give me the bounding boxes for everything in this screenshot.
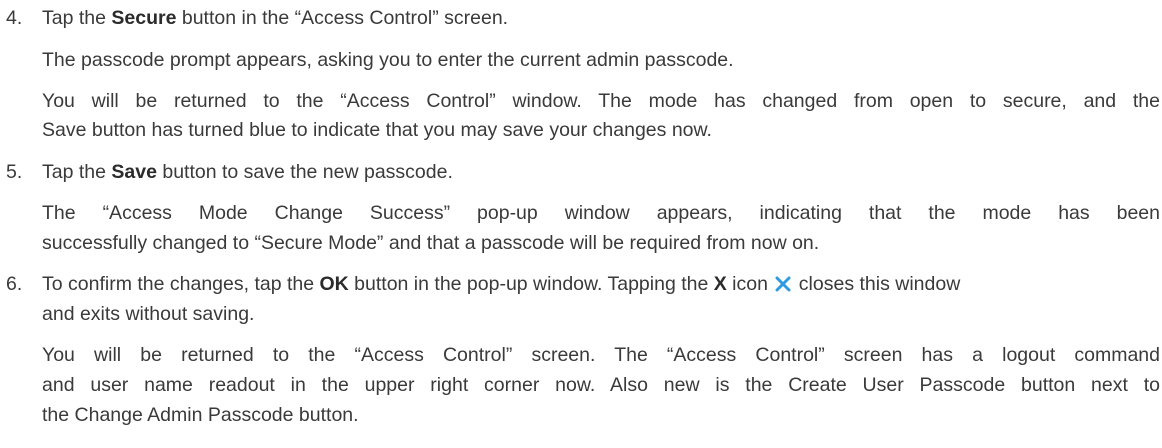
step-instruction: Tap the Secure button in the “Access Con… [42,6,508,30]
instruction-text: Tap the [42,161,112,183]
instruction-text: icon [726,273,774,295]
paragraph-text: and user name readout in the upper right… [42,374,1160,396]
paragraph-text: You will be returned to the “Access Cont… [42,90,1160,112]
instruction-text: To confirm the changes, tap the [42,273,320,295]
step-number: 4. [6,7,23,29]
instruction-text: Tap the [42,7,112,29]
step-instruction: Tap the Save button to save the new pass… [42,160,453,184]
x-icon-ref: X [713,273,727,295]
ok-button-ref: OK [319,273,349,295]
instruction-text: button in the pop-up window. Tapping the [348,273,714,295]
step-instruction: To confirm the changes, tap the OK butto… [42,272,960,298]
paragraph-text: You will be returned to the “Access Cont… [42,344,1160,366]
instruction-text: button in the “Access Control” screen. [176,7,509,29]
paragraph-text: successfully changed to “Secure Mode” an… [42,232,820,254]
step-number: 5. [6,161,23,183]
secure-button-ref: Secure [111,7,177,29]
step-number: 6. [6,273,23,295]
instruction-text: and exits without saving. [42,303,255,325]
instruction-text: button to save the new passcode. [156,161,453,183]
save-button-ref: Save [111,161,157,183]
manual-page: 4. Tap the Secure button in the “Access … [0,0,1162,448]
close-icon [775,274,791,298]
paragraph-text: The “Access Mode Change Success” pop-up … [42,202,1160,224]
instruction-text: closes this window [793,273,961,295]
paragraph-text: the Change Admin Passcode button. [42,404,359,426]
paragraph-text: Save button has turned blue to indicate … [42,119,712,141]
paragraph-text: The passcode prompt appears, asking you … [42,49,734,71]
